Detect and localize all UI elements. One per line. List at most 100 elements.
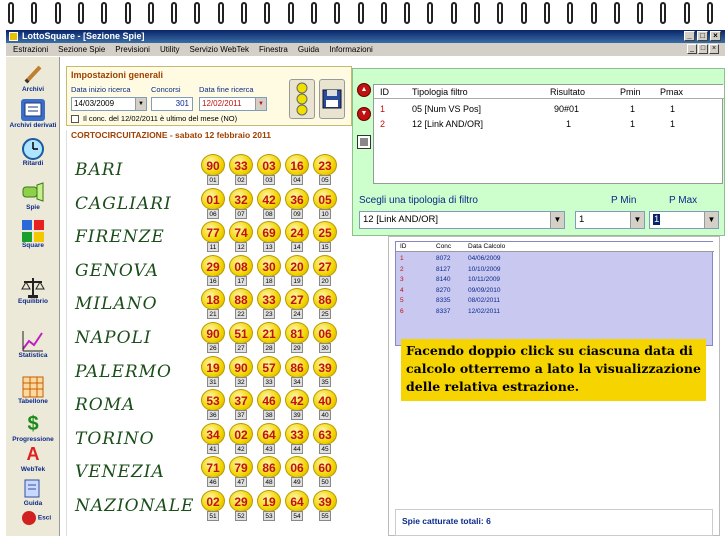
number-bulb[interactable]: 29 16 <box>201 254 225 287</box>
number-bulb[interactable]: 90 26 <box>201 322 225 354</box>
menu-finestra[interactable]: Finestra <box>254 43 293 56</box>
number-bulb[interactable]: 02 51 <box>201 490 225 522</box>
number-bulb[interactable]: 39 35 <box>313 355 337 388</box>
chevron-down-icon[interactable]: ▼ <box>704 212 718 228</box>
number-bulb[interactable]: 64 54 <box>285 490 309 522</box>
tool-spie[interactable]: Spie <box>6 181 60 211</box>
number-bulb[interactable]: 29 52 <box>229 490 253 522</box>
number-bulb[interactable]: 33 23 <box>257 288 281 320</box>
table-row[interactable]: 5 8335 08/02/2011 <box>396 296 714 306</box>
menu-informazioni[interactable]: Informazioni <box>324 43 378 56</box>
close-button[interactable]: × <box>710 31 721 41</box>
number-bulb[interactable]: 25 15 <box>313 221 337 253</box>
number-bulb[interactable]: 86 48 <box>257 456 281 488</box>
number-bulb[interactable]: 24 14 <box>285 221 309 253</box>
filter-down-button[interactable]: ▼ <box>357 107 371 121</box>
number-bulb[interactable]: 16 04 <box>285 154 309 186</box>
tool-square[interactable]: Square <box>6 219 60 249</box>
number-bulb[interactable]: 19 53 <box>257 490 281 522</box>
number-bulb[interactable]: 71 46 <box>201 456 225 488</box>
tool-equilibrio[interactable]: Equilibrio <box>6 275 60 305</box>
number-bulb[interactable]: 51 27 <box>229 322 253 354</box>
number-bulb[interactable]: 23 05 <box>313 154 337 186</box>
number-bulb[interactable]: 01 06 <box>201 187 225 220</box>
tool-progressione[interactable]: $ Progressione <box>6 413 60 443</box>
menu-previsioni[interactable]: Previsioni <box>110 43 155 56</box>
number-bulb[interactable]: 57 33 <box>257 355 281 388</box>
number-bulb[interactable]: 88 22 <box>229 288 253 320</box>
number-bulb[interactable]: 33 02 <box>229 154 253 186</box>
tool-archivi-derivati[interactable]: Archivi derivati <box>6 99 60 129</box>
number-bulb[interactable]: 30 18 <box>257 254 281 287</box>
table-row[interactable]: 6 8337 12/02/2011 <box>396 307 714 317</box>
tool-statistica[interactable]: Statistica <box>6 329 60 359</box>
lights-button[interactable] <box>289 79 315 119</box>
mdi-restore-button[interactable]: □ <box>698 44 708 54</box>
number-bulb[interactable]: 90 01 <box>201 154 225 186</box>
month-end-checkbox[interactable] <box>71 115 79 123</box>
number-bulb[interactable]: 39 55 <box>313 490 337 522</box>
number-bulb[interactable]: 08 17 <box>229 254 253 287</box>
number-bulb[interactable]: 19 31 <box>201 355 225 388</box>
menu-sezione-spie[interactable]: Sezione Spie <box>53 43 110 56</box>
chevron-down-icon[interactable]: ▼ <box>630 212 644 228</box>
number-bulb[interactable]: 03 03 <box>257 154 281 186</box>
number-bulb[interactable]: 63 45 <box>313 422 337 455</box>
pmin-select[interactable]: 1 ▼ <box>575 211 645 229</box>
menu-estrazioni[interactable]: Estrazioni <box>8 43 53 56</box>
tool-tabellone[interactable]: Tabellone <box>6 375 60 405</box>
chevron-down-icon[interactable]: ▼ <box>135 98 146 110</box>
table-row[interactable]: 1 8072 04/06/2009 <box>396 254 714 264</box>
number-bulb[interactable]: 79 47 <box>229 456 253 488</box>
table-row[interactable]: 4 8270 09/09/2010 <box>396 286 714 296</box>
number-bulb[interactable]: 81 29 <box>285 322 309 354</box>
table-row[interactable]: 2 12 [Link AND/OR] 1 1 1 <box>374 117 724 131</box>
tool-esci[interactable]: Esci <box>6 511 60 525</box>
number-bulb[interactable]: 86 34 <box>285 355 309 388</box>
concorsi-field[interactable]: 301 <box>151 97 193 111</box>
number-bulb[interactable]: 42 08 <box>257 187 281 220</box>
tool-archivi[interactable]: Archivi <box>6 63 60 93</box>
number-bulb[interactable]: 60 50 <box>313 456 337 488</box>
number-bulb[interactable]: 36 09 <box>285 187 309 220</box>
number-bulb[interactable]: 20 19 <box>285 254 309 287</box>
number-bulb[interactable]: 32 07 <box>229 187 253 220</box>
number-bulb[interactable]: 42 39 <box>285 389 309 421</box>
pmax-select[interactable]: 1 ▼ <box>649 211 719 229</box>
save-button[interactable] <box>319 79 345 119</box>
table-row[interactable]: 2 8127 10/10/2009 <box>396 265 714 275</box>
number-bulb[interactable]: 05 10 <box>313 187 337 220</box>
start-date-field[interactable]: 14/03/2009 ▼ <box>71 97 147 111</box>
menu-servizio-webtek[interactable]: Servizio WebTek <box>185 43 254 56</box>
chevron-down-icon[interactable]: ▼ <box>550 212 564 228</box>
tool-guida[interactable]: Guida <box>6 477 60 507</box>
tool-ritardi[interactable]: Ritardi <box>6 137 60 167</box>
filter-clear-button[interactable] <box>357 135 371 149</box>
number-bulb[interactable]: 46 38 <box>257 389 281 421</box>
maximize-button[interactable]: □ <box>697 31 708 41</box>
table-row[interactable]: 3 8140 10/11/2009 <box>396 275 714 285</box>
minimize-button[interactable]: _ <box>684 31 695 41</box>
filter-type-select[interactable]: 12 [Link AND/OR] ▼ <box>359 211 565 229</box>
number-bulb[interactable]: 64 43 <box>257 422 281 455</box>
number-bulb[interactable]: 37 37 <box>229 389 253 421</box>
number-bulb[interactable]: 27 20 <box>313 254 337 287</box>
chevron-down-icon[interactable]: ▼ <box>255 98 266 110</box>
mdi-minimize-button[interactable]: _ <box>687 44 697 54</box>
number-bulb[interactable]: 74 12 <box>229 221 253 253</box>
number-bulb[interactable]: 34 41 <box>201 422 225 455</box>
number-bulb[interactable]: 53 36 <box>201 389 225 421</box>
menu-guida[interactable]: Guida <box>293 43 324 56</box>
filter-up-button[interactable]: ▲ <box>357 83 371 97</box>
number-bulb[interactable]: 40 40 <box>313 389 337 421</box>
number-bulb[interactable]: 02 42 <box>229 422 253 455</box>
number-bulb[interactable]: 90 32 <box>229 355 253 388</box>
number-bulb[interactable]: 06 30 <box>313 322 337 354</box>
number-bulb[interactable]: 33 44 <box>285 422 309 455</box>
number-bulb[interactable]: 69 13 <box>257 221 281 253</box>
number-bulb[interactable]: 86 25 <box>313 288 337 320</box>
tool-webtek[interactable]: A WebTek <box>6 443 60 473</box>
number-bulb[interactable]: 18 21 <box>201 288 225 320</box>
number-bulb[interactable]: 77 11 <box>201 221 225 253</box>
number-bulb[interactable]: 27 24 <box>285 288 309 320</box>
